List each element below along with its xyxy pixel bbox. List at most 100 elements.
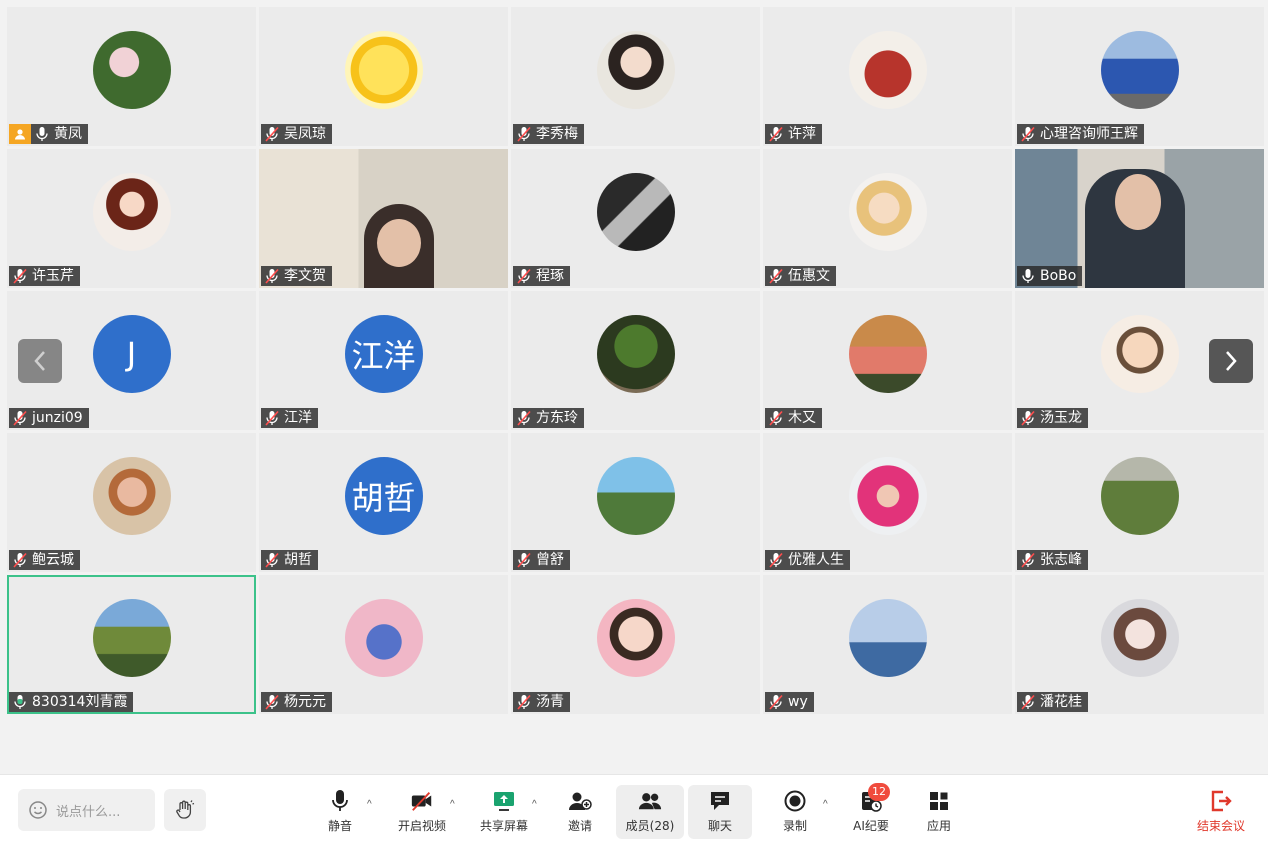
participant-name: 伍惠文 — [788, 268, 830, 284]
participant-avatar — [344, 599, 423, 677]
participant-name: 李秀梅 — [536, 126, 578, 142]
chat-label: 聊天 — [707, 819, 732, 833]
participant-avatar — [596, 31, 675, 109]
participant-tile[interactable]: 木又 — [763, 291, 1012, 430]
participant-tile[interactable]: 张志峰 — [1015, 433, 1264, 572]
participant-nametag: 胡哲 — [261, 550, 318, 570]
participant-tile[interactable]: BoBo — [1015, 149, 1264, 288]
chat-input[interactable]: 说点什么... — [18, 789, 155, 831]
participant-tile[interactable]: 方东玲 — [511, 291, 760, 430]
participant-name: 心理咨询师王辉 — [1040, 126, 1138, 142]
participant-nametag: 鲍云城 — [9, 550, 80, 570]
participant-tile[interactable]: 杨元元 — [259, 575, 508, 714]
end-meeting-button[interactable]: 结束会议 — [1193, 785, 1249, 839]
participant-avatar — [596, 599, 675, 677]
participant-avatar — [596, 173, 675, 251]
participant-nametag: 木又 — [765, 408, 822, 428]
participant-nametag: 李文贺 — [261, 266, 332, 286]
participant-tile[interactable]: 潘花桂 — [1015, 575, 1264, 714]
participant-tile[interactable]: 优雅人生 — [763, 433, 1012, 572]
participant-tile[interactable]: 胡哲 胡哲 — [259, 433, 508, 572]
participant-nametag: 方东玲 — [513, 408, 584, 428]
raise-hand-button[interactable] — [164, 789, 206, 831]
invite-label: 邀请 — [567, 819, 592, 833]
participant-name: 曾舒 — [536, 552, 564, 568]
share-options-caret[interactable]: ^ — [532, 799, 537, 810]
participant-nametag: 伍惠文 — [765, 266, 836, 286]
participant-tile[interactable]: 许萍 — [763, 7, 1012, 146]
mic-muted-icon — [769, 410, 783, 426]
participant-avatar — [92, 31, 171, 109]
apps-button[interactable]: 应用 — [925, 785, 953, 839]
chat-placeholder: 说点什么... — [56, 804, 121, 820]
participant-name: 汤玉龙 — [1040, 410, 1082, 426]
chat-button[interactable]: 聊天 — [688, 785, 752, 839]
participant-tile[interactable]: 李文贺 — [259, 149, 508, 288]
participant-name: 张志峰 — [1040, 552, 1082, 568]
participant-nametag: junzi09 — [9, 408, 89, 428]
participant-nametag: 汤青 — [513, 692, 570, 712]
video-stage: 黄凤 吴凤琼 李秀梅 许萍 心理咨询师王辉 许玉芹 李文贺 程琢 伍惠文 BoBo Jjunzi09… — [0, 0, 1268, 774]
participant-name: junzi09 — [32, 410, 83, 426]
participant-tile[interactable]: 汤青 — [511, 575, 760, 714]
mute-button[interactable]: 静音 — [322, 785, 358, 839]
participant-name: 许玉芹 — [32, 268, 74, 284]
participant-avatar — [848, 173, 927, 251]
participant-avatar — [92, 599, 171, 677]
mic-muted-icon — [265, 126, 279, 142]
mic-muted-icon — [1021, 126, 1035, 142]
participant-tile[interactable]: wy — [763, 575, 1012, 714]
participant-tile[interactable]: 吴凤琼 — [259, 7, 508, 146]
participant-tile[interactable]: 830314刘青霞 — [7, 575, 256, 714]
share-screen-button[interactable]: 共享屏幕 — [476, 785, 532, 839]
mic-muted-icon — [1021, 694, 1035, 710]
mic-muted-icon — [1021, 552, 1035, 568]
participant-tile[interactable]: 程琢 — [511, 149, 760, 288]
chevron-right-icon — [1226, 351, 1237, 371]
participant-nametag: 许玉芹 — [9, 266, 80, 286]
start-video-button[interactable]: 开启视频 — [394, 785, 450, 839]
participant-tile[interactable]: 伍惠文 — [763, 149, 1012, 288]
participant-tile[interactable]: 黄凤 — [7, 7, 256, 146]
participant-tile[interactable]: 心理咨询师王辉 — [1015, 7, 1264, 146]
chat-icon — [711, 792, 729, 810]
members-button[interactable]: 成员(28) — [616, 785, 684, 839]
participant-tile[interactable]: 曾舒 — [511, 433, 760, 572]
record-button[interactable]: 录制 — [781, 785, 809, 839]
participant-name: BoBo — [1040, 268, 1077, 284]
share-screen-icon — [494, 792, 514, 811]
participant-tile[interactable]: 江洋 江洋 — [259, 291, 508, 430]
participant-avatar — [92, 457, 171, 535]
mic-muted-icon — [265, 410, 279, 426]
participant-nametag: BoBo — [1017, 266, 1083, 286]
mute-options-caret[interactable]: ^ — [367, 799, 372, 810]
participant-initials-avatar: 江洋 — [344, 315, 423, 393]
mic-icon — [332, 790, 348, 811]
mic-muted-icon — [517, 694, 531, 710]
video-options-caret[interactable]: ^ — [450, 799, 455, 810]
participant-name: 黄凤 — [54, 126, 82, 142]
chevron-left-icon — [34, 351, 45, 371]
participant-nametag: 曾舒 — [513, 550, 570, 570]
participant-tile[interactable]: 许玉芹 — [7, 149, 256, 288]
share-screen-label: 共享屏幕 — [479, 819, 528, 833]
participant-tile[interactable]: 李秀梅 — [511, 7, 760, 146]
participant-name: 830314刘青霞 — [32, 694, 128, 710]
participant-avatar — [596, 315, 675, 393]
invite-button[interactable]: 邀请 — [563, 785, 597, 839]
participant-grid: 黄凤 吴凤琼 李秀梅 许萍 心理咨询师王辉 许玉芹 李文贺 程琢 伍惠文 BoBo Jjunzi09… — [7, 7, 1265, 714]
record-options-caret[interactable]: ^ — [823, 799, 828, 810]
prev-page-button[interactable] — [18, 339, 62, 383]
participant-name: 优雅人生 — [788, 552, 844, 568]
participant-avatar — [848, 315, 927, 393]
meeting-toolbar: 说点什么... 静音 ^ 开启视频 ^ 共享屏幕 ^ 邀请 成员(28) 聊天 … — [0, 774, 1268, 848]
mic-muted-icon — [517, 410, 531, 426]
participant-tile[interactable]: 鲍云城 — [7, 433, 256, 572]
participant-avatar — [344, 31, 423, 109]
end-meeting-icon — [1211, 790, 1232, 812]
host-icon — [15, 129, 25, 140]
participant-nametag: 吴凤琼 — [261, 124, 332, 144]
participant-name: 杨元元 — [284, 694, 326, 710]
next-page-button[interactable] — [1209, 339, 1253, 383]
participant-name: wy — [788, 694, 808, 710]
